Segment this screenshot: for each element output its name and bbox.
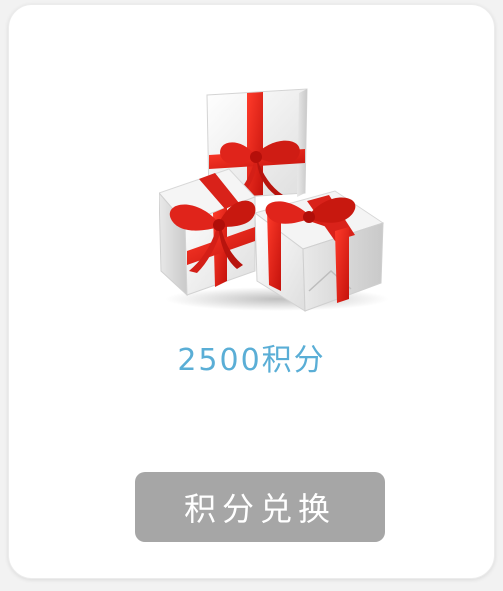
redeem-points-button[interactable]: 积分兑换	[135, 472, 385, 542]
reward-card: 2500积分 积分兑换	[8, 4, 495, 579]
gift-boxes-image	[159, 88, 389, 312]
points-value: 2500积分	[177, 343, 326, 378]
